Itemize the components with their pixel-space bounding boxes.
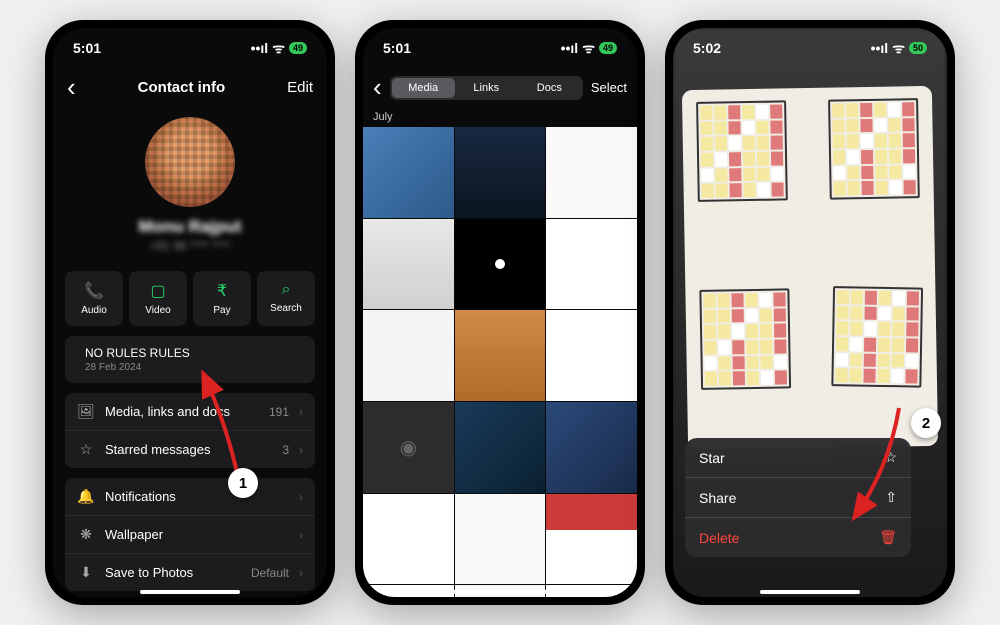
nav-bar: Contact info Edit [53,68,327,107]
media-thumbnail[interactable] [363,219,454,310]
back-icon[interactable] [67,72,76,103]
annotation-badge-1: 1 [228,468,258,498]
phone-icon: 📞 [84,281,104,301]
audio-button[interactable]: 📞Audio [65,271,123,326]
delete-menu-item[interactable]: Delete 🗑 [685,517,911,557]
context-menu: Star ☆ Share ⇧ Delete 🗑 [685,438,911,557]
media-grid[interactable] [363,127,637,597]
image-icon: 🖼 [77,403,95,420]
wifi-icon: ᯤ [582,39,595,58]
notifications-row[interactable]: 🔔 Notifications › [65,478,315,515]
wifi-icon: ᯤ [892,39,905,58]
media-thumbnail[interactable] [363,585,454,597]
annotation-badge-2: 2 [911,408,941,438]
page-title: Contact info [138,79,226,96]
pinned-title: NO RULES RULES [85,346,295,360]
battery-icon: 50 [909,42,927,54]
battery-icon: 49 [599,42,617,54]
tab-media[interactable]: Media [392,78,455,98]
edit-button[interactable]: Edit [287,79,313,96]
image-preview[interactable] [682,86,938,450]
media-thumbnail[interactable] [546,585,637,597]
pinned-date: 28 Feb 2024 [85,362,295,373]
media-thumbnail[interactable] [546,127,637,218]
back-icon[interactable] [373,72,382,103]
media-thumbnail[interactable] [546,494,637,585]
contact-header: Monu Rajput +91 98 **** **** [53,107,327,261]
media-thumbnail[interactable] [363,310,454,401]
status-bar: 5:01 ••ılᯤ 49 [363,28,637,68]
media-thumbnail[interactable] [455,494,546,585]
flower-icon: ❋ [77,526,95,543]
signal-icon: ••ıl [561,40,579,56]
segment-bar: Media Links Docs Select [363,68,637,107]
phone-3: 5:02 ••ılᯤ 50 Star ☆ Share ⇧ Delete 🗑 2 [665,20,955,605]
status-time: 5:01 [383,40,411,56]
chevron-right-icon: › [299,490,303,504]
media-thumbnail[interactable] [455,219,546,310]
media-thumbnail[interactable] [455,127,546,218]
action-row: 📞Audio ▢Video ₹Pay ⌕Search [53,261,327,336]
search-icon: ⌕ [282,281,291,299]
save-photos-row[interactable]: ⬇ Save to Photos Default › [65,553,315,591]
segment-control: Media Links Docs [390,76,583,100]
video-icon: ▢ [150,281,165,301]
home-indicator[interactable] [450,590,550,594]
wifi-icon: ᯤ [272,39,285,58]
phone-1: 5:01 ••ıl ᯤ 49 Contact info Edit Monu Ra… [45,20,335,605]
month-header: July [363,107,637,127]
share-icon: ⇧ [885,489,897,506]
star-icon: ☆ [77,441,95,458]
sketch-grid [831,286,923,388]
sketch-grid [696,100,788,202]
pay-button[interactable]: ₹Pay [193,271,251,326]
sketch-grid [828,98,920,200]
tab-docs[interactable]: Docs [518,78,581,98]
chevron-right-icon: › [299,443,303,457]
tab-links[interactable]: Links [455,78,518,98]
media-thumbnail[interactable] [455,310,546,401]
chevron-right-icon: › [299,566,303,580]
media-thumbnail[interactable] [363,494,454,585]
star-menu-item[interactable]: Star ☆ [685,438,911,477]
media-thumbnail[interactable] [546,219,637,310]
chevron-right-icon: › [299,405,303,419]
pinned-section[interactable]: NO RULES RULES 28 Feb 2024 [65,336,315,383]
video-button[interactable]: ▢Video [129,271,187,326]
status-bar: 5:02 ••ılᯤ 50 [673,28,947,68]
media-thumbnail[interactable] [363,402,454,493]
contact-name: Monu Rajput [139,217,242,237]
download-icon: ⬇ [77,564,95,581]
home-indicator[interactable] [140,590,240,594]
chevron-right-icon: › [299,528,303,542]
media-thumbnail[interactable] [546,310,637,401]
share-menu-item[interactable]: Share ⇧ [685,477,911,517]
contact-phone: +91 98 **** **** [149,239,230,253]
media-thumbnail[interactable] [455,402,546,493]
status-time: 5:01 [73,40,101,56]
trash-icon: 🗑 [879,529,897,546]
media-links-docs-row[interactable]: 🖼 Media, links and docs 191 › [65,393,315,430]
star-icon: ☆ [884,449,897,466]
battery-icon: 49 [289,42,307,54]
sketch-grid [699,288,791,390]
media-thumbnail[interactable] [546,402,637,493]
settings-section: 🔔 Notifications › ❋ Wallpaper › ⬇ Save t… [65,478,315,591]
bell-icon: 🔔 [77,488,95,505]
search-button[interactable]: ⌕Search [257,271,315,326]
signal-icon: ••ıl [251,40,269,56]
status-time: 5:02 [693,40,721,56]
starred-messages-row[interactable]: ☆ Starred messages 3 › [65,430,315,468]
select-button[interactable]: Select [591,80,627,95]
media-thumbnail[interactable] [363,127,454,218]
avatar[interactable] [145,117,235,207]
phone-2: 5:01 ••ılᯤ 49 Media Links Docs Select Jul… [355,20,645,605]
rupee-icon: ₹ [217,281,227,301]
wallpaper-row[interactable]: ❋ Wallpaper › [65,515,315,553]
home-indicator[interactable] [760,590,860,594]
status-bar: 5:01 ••ıl ᯤ 49 [53,28,327,68]
media-section: 🖼 Media, links and docs 191 › ☆ Starred … [65,393,315,468]
signal-icon: ••ıl [871,40,889,56]
